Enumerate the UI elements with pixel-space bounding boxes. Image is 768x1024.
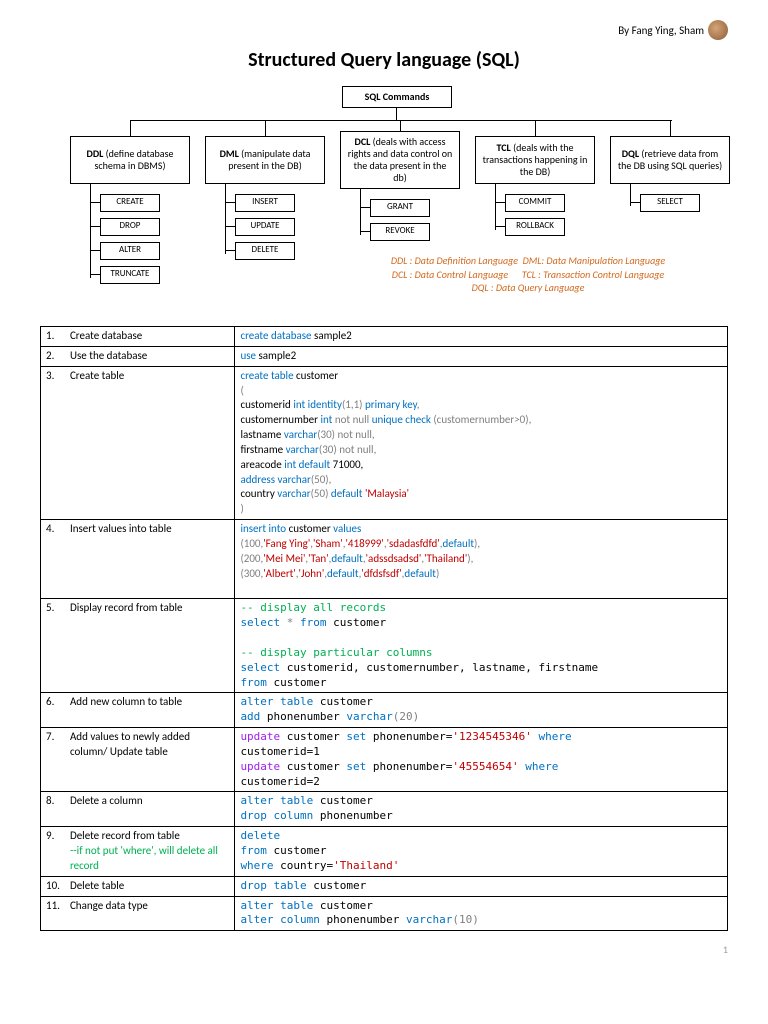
diagram-root: SQL Commands [342,86,452,108]
cmd-alter: ALTER [100,242,160,260]
diagram-legend: DDL : Data Definition Language DML: Data… [358,254,698,295]
cmd-delete: DELETE [235,242,295,260]
cmd-insert: INSERT [235,194,295,212]
avatar [708,20,728,40]
code-cell: alter table customer add phonenumber var… [235,693,728,728]
table-row: 7. Add values to newly added column/ Upd… [41,728,728,792]
cat-dcl: DCL (deals with access rights and data c… [340,131,460,189]
cat-dql: DQL (retrieve data from the DB using SQL… [610,136,730,184]
sql-reference-table: 1. Create database create database sampl… [40,326,728,931]
code-cell: alter table customer drop column phonenu… [235,792,728,827]
code-cell: update customer set phonenumber='1234545… [235,728,728,792]
page-title: Structured Query language (SQL) [40,48,728,72]
table-row: 9. Delete record from table--if not put … [41,827,728,877]
page-number: 1 [40,943,728,956]
byline: By Fang Ying, Sham [40,20,728,40]
table-row: 11. Change data type alter table custome… [41,896,728,931]
cmd-revoke: REVOKE [370,223,430,241]
cmd-update: UPDATE [235,218,295,236]
table-row: 1. Create database create database sampl… [41,327,728,347]
cmd-truncate: TRUNCATE [100,266,160,284]
byline-text: By Fang Ying, Sham [618,24,704,37]
cat-ddl: DDL (define database schema in DBMS) [70,136,190,184]
table-row: 2. Use the database use sample2 [41,346,728,366]
code-cell: create table customer ( customerid int i… [235,366,728,519]
cmd-select: SELECT [640,194,700,212]
code-cell: delete from customer where country='Thai… [235,827,728,877]
cat-dml: DML (manipulate data present in the DB) [205,136,325,184]
table-row: 6. Add new column to table alter table c… [41,693,728,728]
table-row: 8. Delete a column alter table customer … [41,792,728,827]
cmd-drop: DROP [100,218,160,236]
cmd-create: CREATE [100,194,160,212]
cmd-rollback: ROLLBACK [505,218,565,236]
table-row: 3. Create table create table customer ( … [41,366,728,519]
cmd-grant: GRANT [370,199,430,217]
cmd-commit: COMMIT [505,194,565,212]
code-cell: use sample2 [235,346,728,366]
code-cell: create database sample2 [235,327,728,347]
table-row: 10. Delete table drop table customer [41,876,728,896]
code-cell: insert into customer values (100,'Fang Y… [235,520,728,599]
table-row: 4. Insert values into table insert into … [41,520,728,599]
cat-tcl: TCL (deals with the transactions happeni… [475,136,595,184]
code-cell: alter table customer alter column phonen… [235,896,728,931]
code-cell: drop table customer [235,876,728,896]
sql-commands-diagram: SQL Commands DDL (define database schema… [40,86,728,316]
code-cell: -- display all records select * from cus… [235,599,728,693]
table-row: 5. Display record from table -- display … [41,599,728,693]
